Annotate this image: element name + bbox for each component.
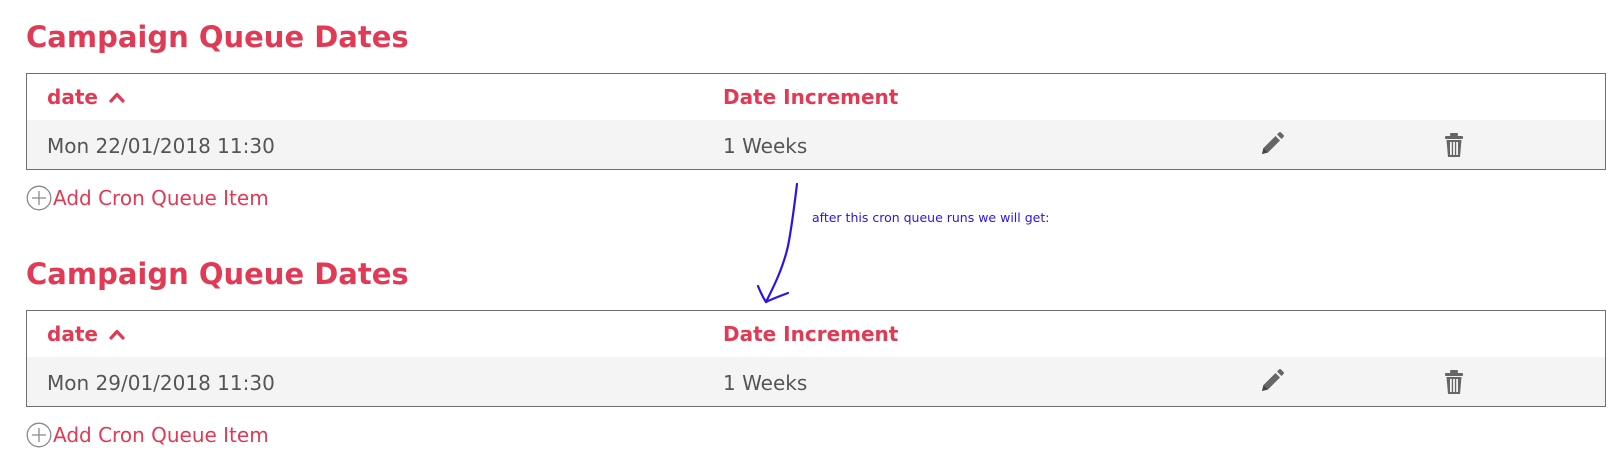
- table-row: Mon 22/01/2018 11:30 1 Weeks: [27, 120, 1605, 169]
- trash-icon[interactable]: [1439, 367, 1469, 397]
- section-title: Campaign Queue Dates: [26, 257, 409, 291]
- cell-date-increment: 1 Weeks: [723, 371, 808, 395]
- column-header-date[interactable]: date: [47, 85, 125, 109]
- cell-date: Mon 29/01/2018 11:30: [47, 371, 275, 395]
- add-cron-queue-item-label: Add Cron Queue Item: [53, 186, 269, 210]
- plus-circle-icon: [26, 185, 52, 211]
- campaign-queue-section-after: Campaign Queue Dates date Date Increment…: [26, 237, 1608, 457]
- add-cron-queue-item-button[interactable]: Add Cron Queue Item: [26, 420, 269, 450]
- column-header-date-increment[interactable]: Date Increment: [723, 322, 898, 346]
- cell-date-increment: 1 Weeks: [723, 134, 808, 158]
- column-header-date[interactable]: date: [47, 322, 125, 346]
- add-cron-queue-item-label: Add Cron Queue Item: [53, 423, 269, 447]
- table-row: Mon 29/01/2018 11:30 1 Weeks: [27, 357, 1605, 406]
- queue-table: date Date Increment Mon 29/01/2018 11:30…: [26, 310, 1606, 407]
- column-header-date-increment[interactable]: Date Increment: [723, 85, 898, 109]
- annotation-note: after this cron queue runs we will get:: [812, 210, 1050, 225]
- table-header: date Date Increment: [27, 311, 1605, 357]
- column-header-date-label: date: [47, 322, 98, 346]
- queue-table: date Date Increment Mon 22/01/2018 11:30…: [26, 73, 1606, 170]
- campaign-queue-section-before: Campaign Queue Dates date Date Increment…: [26, 0, 1608, 230]
- trash-icon[interactable]: [1439, 130, 1469, 160]
- cell-date: Mon 22/01/2018 11:30: [47, 134, 275, 158]
- table-header: date Date Increment: [27, 74, 1605, 120]
- pencil-icon[interactable]: [1256, 367, 1286, 397]
- add-cron-queue-item-button[interactable]: Add Cron Queue Item: [26, 183, 269, 213]
- chevron-up-icon: [109, 329, 125, 340]
- section-title: Campaign Queue Dates: [26, 20, 409, 54]
- column-header-date-label: date: [47, 85, 98, 109]
- plus-circle-icon: [26, 422, 52, 448]
- pencil-icon[interactable]: [1256, 130, 1286, 160]
- chevron-up-icon: [109, 92, 125, 103]
